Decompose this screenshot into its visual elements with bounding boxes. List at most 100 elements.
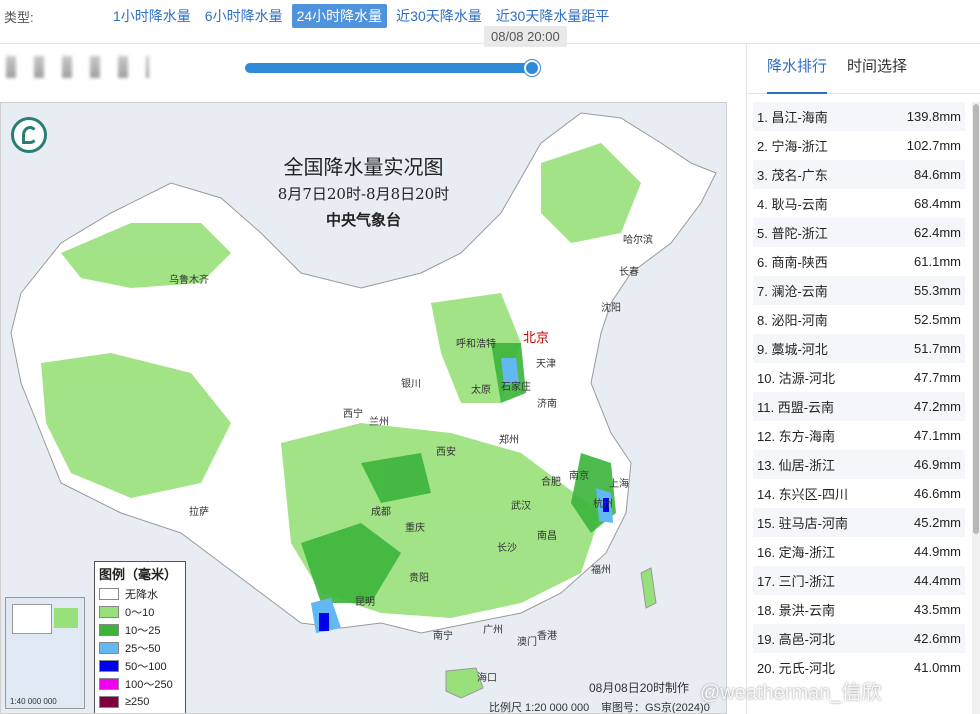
- play-control-icon[interactable]: [62, 56, 72, 78]
- table-row[interactable]: 19. 高邑-河北 42.6mm: [753, 624, 965, 653]
- city-label: 沈阳: [601, 303, 621, 314]
- tab-6h-precip[interactable]: 6小时降水量: [200, 4, 288, 28]
- city-label: 合肥: [541, 477, 561, 488]
- legend-item: 25～50: [99, 639, 181, 657]
- legend-label: 100～250: [125, 679, 173, 691]
- station-name: 16. 定海-浙江: [757, 545, 836, 560]
- legend-label: 10～25: [125, 625, 161, 637]
- precip-value: 47.7mm: [914, 370, 961, 385]
- table-row[interactable]: 3. 茂名-广东 84.6mm: [753, 160, 965, 189]
- table-row[interactable]: 17. 三门-浙江 44.4mm: [753, 566, 965, 595]
- station-name: 11. 西盟-云南: [757, 400, 835, 415]
- slider-handle[interactable]: [524, 60, 541, 76]
- tab-24h-precip[interactable]: 24小时降水量: [291, 4, 388, 28]
- station-name: 14. 东兴区-四川: [757, 487, 849, 502]
- play-control-icon[interactable]: [34, 56, 44, 78]
- station-name: 17. 三门-浙江: [757, 574, 836, 589]
- table-row[interactable]: 11. 西盟-云南 47.2mm: [753, 392, 965, 421]
- station-name: 10. 沽源-河北: [757, 371, 836, 386]
- time-slider[interactable]: [245, 60, 541, 76]
- tab-30d-anomaly[interactable]: 近30天降水量距平: [491, 4, 615, 28]
- city-label: 西安: [436, 447, 456, 458]
- precip-value: 51.7mm: [914, 341, 961, 356]
- legend-label: 50～100: [125, 661, 167, 673]
- precip-value: 44.4mm: [914, 573, 961, 588]
- inset-scale: 1:40 000 000: [10, 697, 57, 706]
- tab-time-select[interactable]: 时间选择: [847, 44, 907, 94]
- table-row[interactable]: 8. 泌阳-河南 52.5mm: [753, 305, 965, 334]
- play-control-icon[interactable]: [90, 56, 100, 78]
- precip-value: 102.7mm: [906, 138, 961, 153]
- city-label: 昆明: [355, 597, 375, 608]
- precip-value: 44.9mm: [914, 544, 961, 559]
- south-china-sea-inset: 1:40 000 000: [5, 597, 85, 709]
- play-control-icon[interactable]: [118, 56, 128, 78]
- city-label: 上海: [609, 479, 629, 490]
- review-no: 审图号：GS京(2024)0: [601, 702, 710, 714]
- city-label: 成都: [371, 507, 391, 518]
- station-name: 3. 茂名-广东: [757, 168, 828, 183]
- table-row[interactable]: 12. 东方-海南 47.1mm: [753, 421, 965, 450]
- city-label: 石家庄: [501, 382, 531, 393]
- tab-precip-ranking[interactable]: 降水排行: [767, 44, 828, 94]
- table-row[interactable]: 15. 驻马店-河南 45.2mm: [753, 508, 965, 537]
- city-label: 长沙: [497, 543, 517, 554]
- station-name: 13. 仙居-浙江: [757, 458, 836, 473]
- table-row[interactable]: 14. 东兴区-四川 46.6mm: [753, 479, 965, 508]
- table-row[interactable]: 1. 昌江-海南 139.8mm: [753, 102, 965, 131]
- station-name: 9. 藁城-河北: [757, 342, 828, 357]
- city-label: 拉萨: [189, 507, 209, 518]
- city-label: 澳门: [517, 637, 537, 648]
- city-label: 银川: [401, 379, 421, 390]
- station-name: 1. 昌江-海南: [757, 110, 828, 125]
- table-row[interactable]: 9. 藁城-河北 51.7mm: [753, 334, 965, 363]
- table-row[interactable]: 7. 澜沧-云南 55.3mm: [753, 276, 965, 305]
- watermark: @weatherman_信欣: [700, 682, 882, 704]
- tab-30d-precip[interactable]: 近30天降水量: [391, 4, 487, 28]
- type-label: 类型:: [4, 9, 34, 25]
- legend-swatch: [99, 606, 119, 618]
- legend-item: 50～100: [99, 657, 181, 675]
- table-row[interactable]: 5. 普陀-浙江 62.4mm: [753, 218, 965, 247]
- city-label: 哈尔滨: [623, 235, 653, 246]
- play-control-icon[interactable]: [146, 56, 149, 78]
- legend-item: 无降水: [99, 585, 181, 603]
- precip-value: 41.0mm: [914, 660, 961, 675]
- station-name: 6. 商南-陕西: [757, 255, 828, 270]
- cma-logo: [11, 117, 47, 153]
- play-control-icon[interactable]: [6, 56, 16, 78]
- table-row[interactable]: 18. 景洪-云南 43.5mm: [753, 595, 965, 624]
- table-row[interactable]: 4. 耿马-云南 68.4mm: [753, 189, 965, 218]
- table-row[interactable]: 13. 仙居-浙江 46.9mm: [753, 450, 965, 479]
- precip-value: 45.2mm: [914, 515, 961, 530]
- map-issuer: 中央气象台: [325, 211, 401, 229]
- city-label: 呼和浩特: [456, 339, 496, 350]
- legend-item: 100～250: [99, 675, 181, 693]
- table-row[interactable]: 2. 宁海-浙江 102.7mm: [753, 131, 965, 160]
- city-label: 郑州: [499, 435, 519, 446]
- precip-value: 61.1mm: [914, 254, 961, 269]
- legend-item: 10～25: [99, 621, 181, 639]
- legend-swatch: [99, 642, 119, 654]
- scroll-thumb[interactable]: [973, 104, 979, 534]
- station-name: 7. 澜沧-云南: [757, 284, 828, 299]
- city-label: 广州: [483, 625, 503, 636]
- inset-land-green: [54, 608, 78, 628]
- precip-value: 47.2mm: [914, 399, 961, 414]
- table-row[interactable]: 6. 商南-陕西 61.1mm: [753, 247, 965, 276]
- ranking-scrollbar[interactable]: [972, 102, 980, 714]
- city-label: 南京: [569, 471, 589, 482]
- precip-value: 139.8mm: [906, 109, 961, 124]
- table-row[interactable]: 16. 定海-浙江 44.9mm: [753, 537, 965, 566]
- precip-value: 42.6mm: [914, 631, 961, 646]
- precip-value: 68.4mm: [914, 196, 961, 211]
- precip-value: 47.1mm: [914, 428, 961, 443]
- city-label: 西宁: [343, 409, 363, 420]
- precipitation-map[interactable]: 全国降水量实况图 8月7日20时-8月8日20时 中央气象台 北京 乌鲁木齐 哈尔…: [0, 102, 727, 714]
- legend-label: 25～50: [125, 643, 161, 655]
- station-name: 18. 景洪-云南: [757, 603, 836, 618]
- table-row[interactable]: 10. 沽源-河北 47.7mm: [753, 363, 965, 392]
- tab-1h-precip[interactable]: 1小时降水量: [108, 4, 196, 28]
- city-label: 南宁: [433, 631, 453, 642]
- city-label: 天津: [536, 359, 556, 370]
